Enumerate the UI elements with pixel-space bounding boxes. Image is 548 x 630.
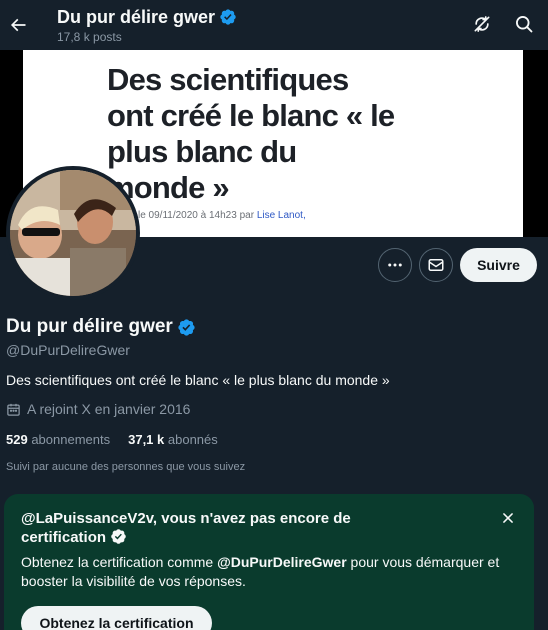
followed-by-text: Suivi par aucune des personnes que vous … [6,461,246,473]
avatar-photo [10,170,136,296]
bell-off-icon [474,16,490,32]
get-certification-button[interactable]: Obtenez la certification [21,606,212,630]
certification-title-text: @LaPuissanceV2v, vous n'avez pas encore … [21,510,351,546]
posts-count: 17,8 k posts [57,29,122,44]
back-button[interactable] [2,9,34,41]
following-count: 529 [6,432,28,447]
close-certification-button[interactable] [496,506,520,530]
certification-body: Obtenez la certification comme @DuPurDel… [21,553,521,591]
banner-meta: le 09/11/2020 à 14h23 par Lise Lanot, [138,210,306,221]
certification-card: @LaPuissanceV2v, vous n'avez pas encore … [4,494,534,630]
search-button[interactable] [508,8,540,40]
certification-body-prefix: Obtenez la certification comme [21,554,218,570]
more-options-button[interactable] [378,248,412,282]
banner-headline: Des scientifiques ont créé le blanc « le… [107,62,395,205]
followers-link[interactable]: 37,1 k abonnés [128,432,218,447]
close-icon [503,513,513,523]
avatar[interactable] [6,166,140,300]
profile-name-row: Du pur délire gwer [6,316,196,338]
following-link[interactable]: 529 abonnements [6,432,110,447]
verified-badge-icon[interactable] [177,318,196,337]
certification-title: @LaPuissanceV2v, vous n'avez pas encore … [21,509,431,547]
top-bar: Du pur délire gwer 17,8 k posts [0,0,548,50]
notifications-toggle-button[interactable] [466,8,498,40]
banner-meta-author: Lise Lanot, [256,210,306,221]
search-icon [516,16,533,33]
following-label: abonnements [31,432,111,447]
profile-handle: @DuPurDelireGwer [6,342,130,358]
joined-date: A rejoint X en janvier 2016 [6,401,190,417]
page-title: Du pur délire gwer [57,6,216,27]
profile-name: Du pur délire gwer [6,316,173,337]
follow-button[interactable]: Suivre [460,248,537,282]
certification-body-handle: @DuPurDelireGwer [217,554,347,570]
follow-stats: 529 abonnements 37,1 k abonnés [6,432,218,447]
envelope-icon [428,259,444,271]
followers-count: 37,1 k [128,432,165,447]
more-horizontal-icon [388,263,402,267]
message-button[interactable] [419,248,453,282]
calendar-icon [7,403,20,416]
banner-meta-date: le 09/11/2020 à 14h23 par [138,210,257,221]
joined-date-label: A rejoint X en janvier 2016 [27,401,191,417]
header-title-block: Du pur délire gwer 17,8 k posts [57,7,237,44]
verified-badge-icon [220,9,236,25]
profile-bio: Des scientifiques ont créé le blanc « le… [6,372,390,388]
followers-label: abonnés [167,432,218,447]
certified-badge-icon [111,529,126,544]
arrow-left-icon [10,18,26,32]
